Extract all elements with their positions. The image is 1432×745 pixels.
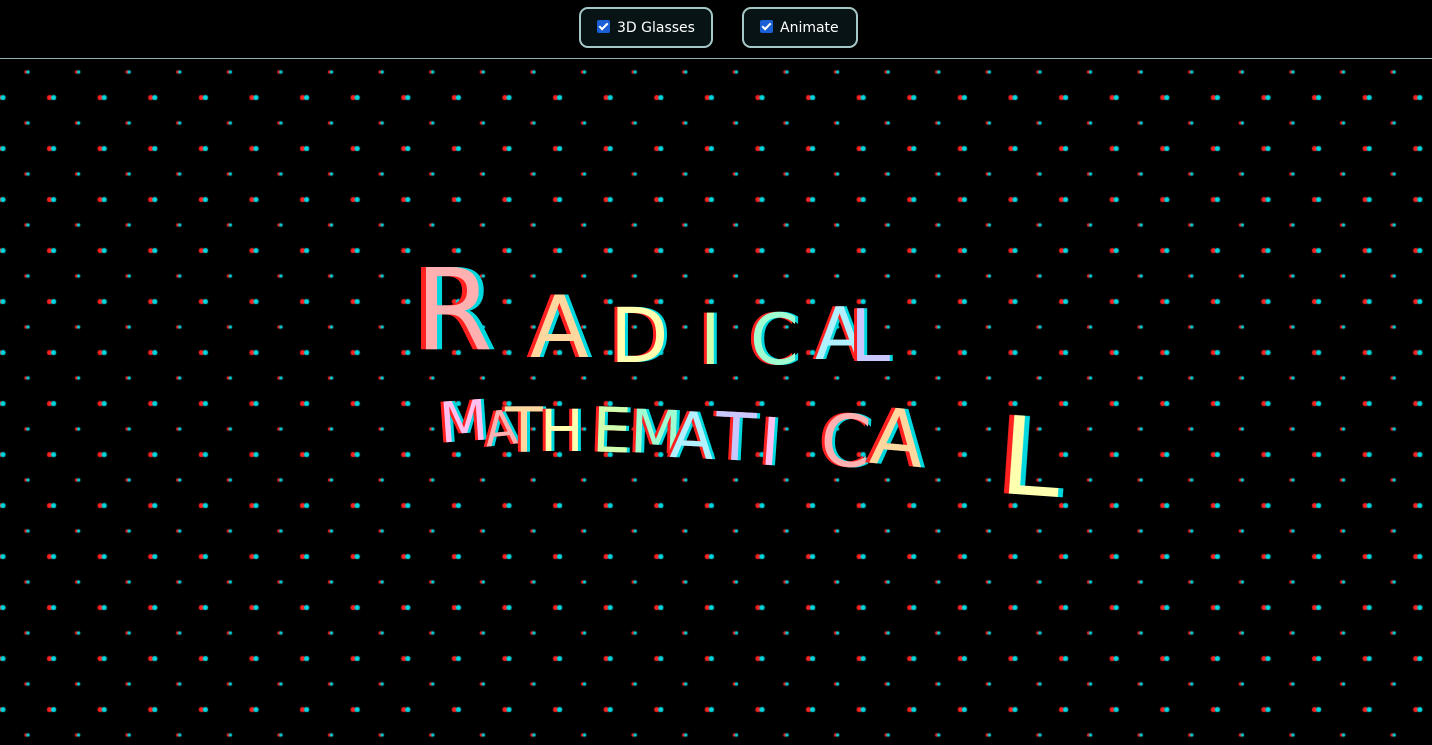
title-letter: H xyxy=(540,397,584,465)
anaglyph-canvas: RADICALMATHEMATICAL xyxy=(0,60,1432,745)
title-letter: A xyxy=(866,391,928,487)
title-letter: L xyxy=(996,394,1066,523)
title-letter: I xyxy=(700,299,721,381)
title-letter: C xyxy=(750,299,799,381)
title-letter: E xyxy=(590,393,633,468)
title-letter: D xyxy=(610,291,669,380)
title-letter: A xyxy=(530,278,589,378)
animate-checkbox[interactable] xyxy=(760,19,773,33)
title-letter: C xyxy=(817,397,874,485)
glasses-toggle[interactable]: 3D Glasses xyxy=(579,7,713,48)
toolbar: 3D Glasses Animate xyxy=(0,0,1432,59)
glasses-toggle-label: 3D Glasses xyxy=(617,19,695,36)
title-letter: T xyxy=(505,394,543,467)
animate-toggle-label: Animate xyxy=(780,19,839,36)
title-letter: A xyxy=(668,398,717,476)
title-letter: L xyxy=(850,294,891,378)
glasses-checkbox[interactable] xyxy=(597,19,610,33)
title-letter: R xyxy=(415,246,493,376)
animate-toggle[interactable]: Animate xyxy=(742,7,858,48)
title-letter: T xyxy=(713,398,758,478)
